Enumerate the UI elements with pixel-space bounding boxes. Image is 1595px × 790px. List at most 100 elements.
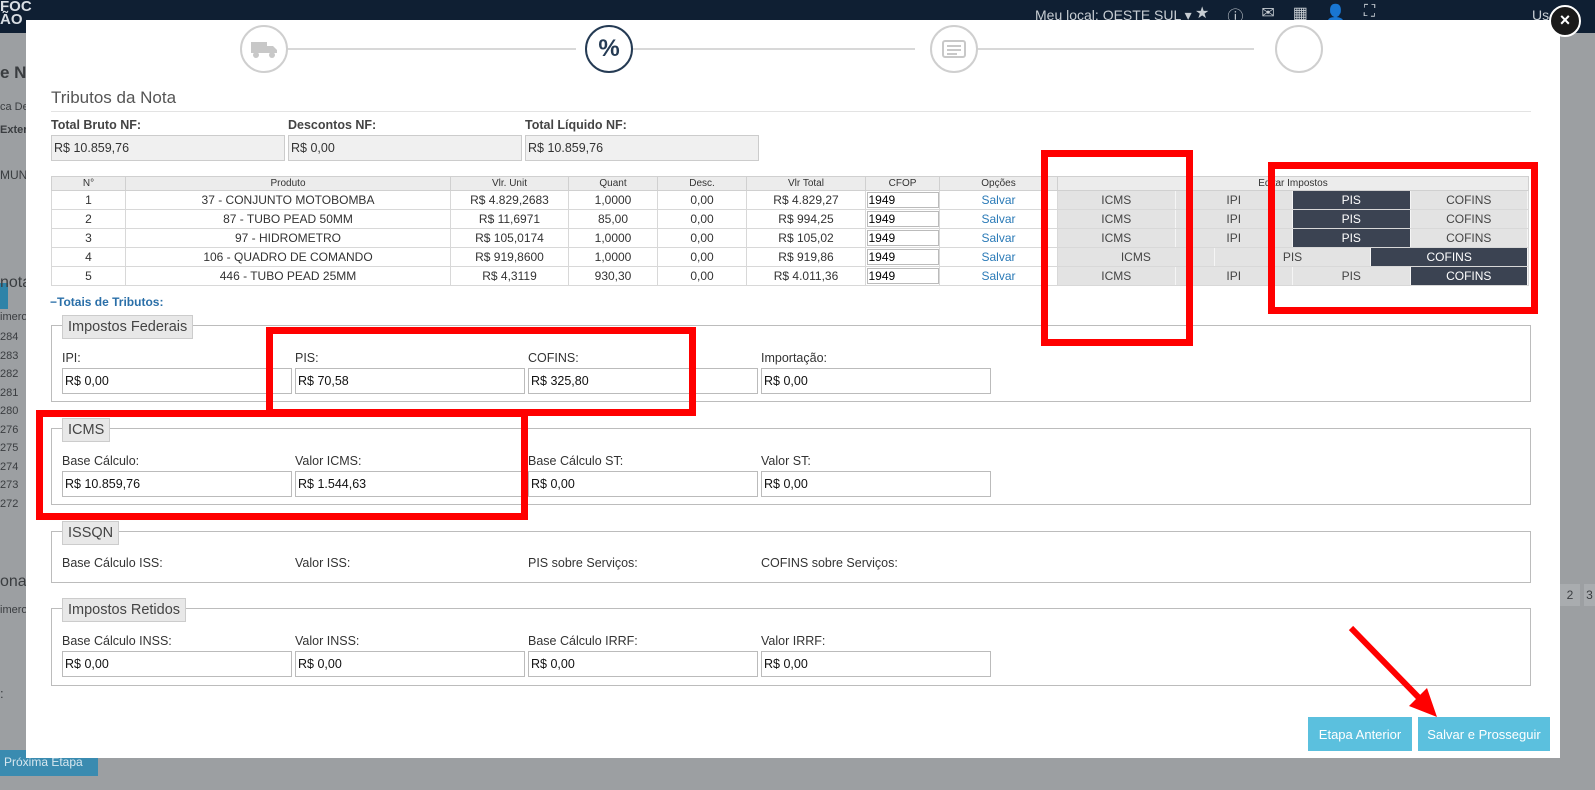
cell-desc: 0,00 (657, 247, 747, 267)
icms-base-st-field[interactable]: R$ 0,00 (528, 471, 758, 497)
bg-side-label-2: Exter (0, 124, 28, 136)
cofins-servicos-label: COFINS sobre Serviços: (761, 556, 898, 570)
highlight-box-icms-column (1041, 150, 1193, 346)
salvar-link[interactable]: Salvar (981, 193, 1015, 207)
valor-inss-label: Valor INSS: (295, 634, 360, 648)
cell-opcoes: Salvar (939, 190, 1058, 210)
importacao-label: Importação: (761, 351, 828, 365)
cell-opcoes: Salvar (939, 266, 1058, 286)
cell-quant: 85,00 (568, 209, 658, 229)
bg-page-3[interactable]: 3 (1584, 584, 1595, 606)
cell-produto: 97 - HIDROMETRO (125, 228, 451, 248)
base-inss-label: Base Cálculo INSS: (62, 634, 172, 648)
base-irrf-field[interactable]: R$ 0,00 (528, 651, 758, 677)
cfop-input[interactable]: 1949 (866, 192, 939, 208)
cell-n: 5 (51, 266, 126, 286)
cell-produto: 106 - QUADRO DE COMANDO (125, 247, 451, 267)
cell-vlr-total: R$ 994,25 (746, 209, 866, 229)
step-taxes[interactable]: % (585, 25, 633, 73)
stepper-line-1 (286, 48, 576, 50)
bg-colon: : (0, 686, 4, 701)
cell-cfop: 1949 (865, 247, 940, 267)
salvar-prosseguir-button[interactable]: Salvar e Prosseguir (1418, 717, 1550, 751)
total-liquido-label: Total Líquido NF: (525, 118, 627, 132)
cell-vlr-unit: R$ 11,6971 (450, 209, 569, 229)
bg-row-number: 273 (0, 479, 19, 491)
col-quant: Quant (568, 176, 658, 191)
cell-vlr-total: R$ 105,02 (746, 228, 866, 248)
col-cfop: CFOP (865, 176, 940, 191)
bg-section-ona: ona (0, 573, 27, 590)
salvar-link[interactable]: Salvar (981, 250, 1015, 264)
cell-quant: 1,0000 (568, 228, 658, 248)
cell-quant: 1,0000 (568, 247, 658, 267)
base-inss-field[interactable]: R$ 0,00 (62, 651, 292, 677)
cell-cfop: 1949 (865, 228, 940, 248)
bg-col-header-2: imero (0, 604, 28, 616)
minus-icon: − (50, 295, 58, 309)
cell-desc: 0,00 (657, 190, 747, 210)
bg-row-number: 283 (0, 349, 19, 362)
title-divider (51, 111, 1531, 112)
cell-desc: 0,00 (657, 209, 747, 229)
cfop-input[interactable]: 1949 (866, 268, 939, 284)
truck-icon (251, 42, 277, 58)
impostos-retidos-legend: Impostos Retidos (62, 598, 187, 622)
highlight-box-pis-cofins (1268, 162, 1538, 314)
cell-produto: 37 - CONJUNTO MOTOBOMBA (125, 190, 451, 210)
icms-valor-st-label: Valor ST: (761, 454, 811, 468)
cell-produto: 87 - TUBO PEAD 50MM (125, 209, 451, 229)
totais-tributos-toggle[interactable]: −Totais de Tributos: (50, 295, 163, 309)
cell-desc: 0,00 (657, 266, 747, 286)
list-icon (942, 40, 966, 58)
cell-n: 4 (51, 247, 126, 267)
ipi-label: IPI: (62, 351, 81, 365)
cell-cfop: 1949 (865, 209, 940, 229)
descontos-label: Descontos NF: (288, 118, 377, 132)
icms-valor-st-field[interactable]: R$ 0,00 (761, 471, 991, 497)
salvar-link[interactable]: Salvar (981, 212, 1015, 226)
highlight-box-icms-totals (36, 410, 528, 520)
cell-vlr-total: R$ 4.829,27 (746, 190, 866, 210)
step-transport[interactable] (240, 25, 288, 73)
cell-n: 1 (51, 190, 126, 210)
salvar-link[interactable]: Salvar (981, 231, 1015, 245)
iss-valor-label: Valor ISS: (295, 556, 351, 570)
cfop-input[interactable]: 1949 (866, 249, 939, 265)
cell-vlr-unit: R$ 4,3119 (450, 266, 569, 286)
bg-row-number: 272 (0, 497, 19, 510)
col-vlr-total: Vlr Total (746, 176, 866, 191)
cfop-input[interactable]: 1949 (866, 230, 939, 246)
cell-n: 2 (51, 209, 126, 229)
bg-row-number: 284 (0, 331, 19, 343)
col-desc: Desc. (657, 176, 747, 191)
bg-row-number: 280 (0, 405, 19, 417)
close-icon: × (1559, 10, 1571, 30)
cell-vlr-total: R$ 4.011,36 (746, 266, 866, 286)
close-button[interactable]: × (1549, 5, 1581, 37)
cell-vlr-total: R$ 919,86 (746, 247, 866, 267)
modal-title: Tributos da Nota (51, 88, 177, 107)
cell-opcoes: Salvar (939, 228, 1058, 248)
cell-vlr-unit: R$ 4.829,2683 (450, 190, 569, 210)
bg-side-label-1: ca De (0, 101, 29, 113)
icms-base-st-label: Base Cálculo ST: (528, 454, 624, 468)
issqn-legend: ISSQN (62, 521, 120, 545)
importacao-field[interactable]: R$ 0,00 (761, 368, 991, 394)
step-items[interactable] (930, 25, 978, 73)
valor-irrf-field[interactable]: R$ 0,00 (761, 651, 991, 677)
salvar-link[interactable]: Salvar (981, 269, 1015, 283)
total-bruto-label: Total Bruto NF: (51, 118, 142, 132)
step-final[interactable] (1275, 25, 1323, 73)
etapa-anterior-button[interactable]: Etapa Anterior (1308, 717, 1412, 751)
col-vlr-unit: Vlr. Unit (450, 176, 569, 191)
bg-page-2[interactable]: 2 (1560, 584, 1580, 606)
cfop-input[interactable]: 1949 (866, 211, 939, 227)
cell-cfop: 1949 (865, 190, 940, 210)
valor-inss-field[interactable]: R$ 0,00 (295, 651, 525, 677)
bg-row-number: 275 (0, 442, 19, 454)
cell-desc: 0,00 (657, 228, 747, 248)
ipi-field[interactable]: R$ 0,00 (62, 368, 292, 394)
stepper-line-2 (625, 48, 915, 50)
bg-side-label-3: MUN (0, 168, 28, 182)
